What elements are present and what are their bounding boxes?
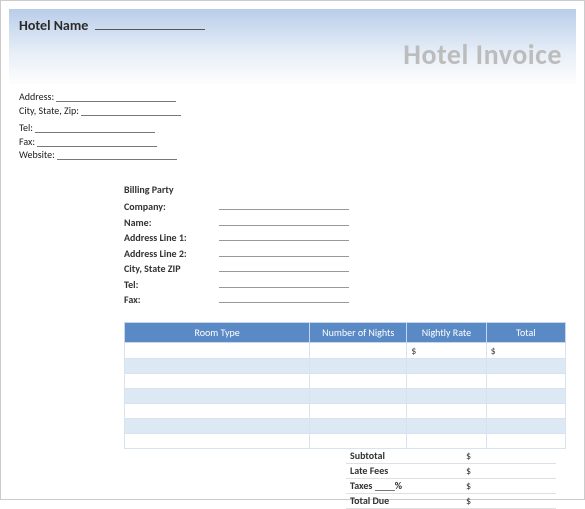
cell-room-type[interactable] [125, 342, 310, 358]
table-row: $ $ [125, 342, 566, 358]
website-field[interactable] [57, 151, 177, 160]
billing-csz-field[interactable] [219, 263, 349, 272]
totaldue-label: Total Due [350, 494, 460, 507]
billing-tel-label: Tel: [124, 277, 219, 293]
taxes-value: $ [460, 479, 552, 492]
table-row [125, 418, 566, 433]
table-row [125, 433, 566, 448]
address-label: Address: [19, 90, 54, 103]
taxes-pct-field[interactable] [375, 483, 395, 491]
taxes-label: Taxes % [350, 479, 460, 492]
subtotal-label: Subtotal [350, 449, 460, 462]
table-row [125, 358, 566, 373]
table-row [125, 403, 566, 418]
cell-nights[interactable] [310, 342, 407, 358]
line-items-table-wrap: Room Type Number of Nights Nightly Rate … [124, 322, 566, 509]
latefees-label: Late Fees [350, 464, 460, 477]
table-row [125, 373, 566, 388]
billing-addr2-label: Address Line 2: [124, 246, 219, 262]
billing-name-field[interactable] [219, 217, 349, 226]
hotel-name-field[interactable] [95, 29, 205, 30]
col-total: Total [486, 322, 565, 342]
col-rate: Nightly Rate [407, 322, 486, 342]
hotel-name-label: Hotel Name [19, 17, 88, 34]
billing-fax-label: Fax: [124, 292, 219, 308]
line-items-table: Room Type Number of Nights Nightly Rate … [124, 322, 566, 449]
col-nights: Number of Nights [310, 322, 407, 342]
cell-rate[interactable]: $ [407, 342, 486, 358]
billing-tel-field[interactable] [219, 279, 349, 288]
billing-addr2-field[interactable] [219, 248, 349, 257]
cell-total[interactable]: $ [486, 342, 565, 358]
billing-company-label: Company: [124, 199, 219, 215]
billing-addr1-label: Address Line 1: [124, 230, 219, 246]
billing-party-block: Billing Party Company: Name: Address Lin… [124, 182, 576, 308]
hotel-address-block: Address: City, State, Zip: Tel: Fax: Web… [9, 84, 576, 164]
invoice-title: Hotel Invoice [403, 37, 562, 72]
billing-heading: Billing Party [124, 182, 576, 198]
table-row [125, 388, 566, 403]
address-field[interactable] [56, 93, 176, 102]
subtotal-value: $ [460, 449, 552, 462]
fax-field[interactable] [37, 138, 157, 147]
csz-field[interactable] [81, 107, 181, 116]
latefees-value: $ [460, 464, 552, 477]
website-label: Website: [19, 148, 55, 161]
totaldue-value: $ [460, 494, 552, 507]
tel-field[interactable] [35, 124, 155, 133]
billing-company-field[interactable] [219, 201, 349, 210]
billing-name-label: Name: [124, 215, 219, 231]
tel-label: Tel: [19, 121, 33, 134]
fax-label: Fax: [19, 135, 35, 148]
col-room-type: Room Type [125, 322, 310, 342]
csz-label: City, State, Zip: [19, 104, 79, 117]
billing-addr1-field[interactable] [219, 232, 349, 241]
invoice-header: Hotel Name Hotel Invoice [9, 9, 576, 84]
billing-csz-label: City, State ZIP [124, 261, 219, 277]
billing-fax-field[interactable] [219, 294, 349, 303]
